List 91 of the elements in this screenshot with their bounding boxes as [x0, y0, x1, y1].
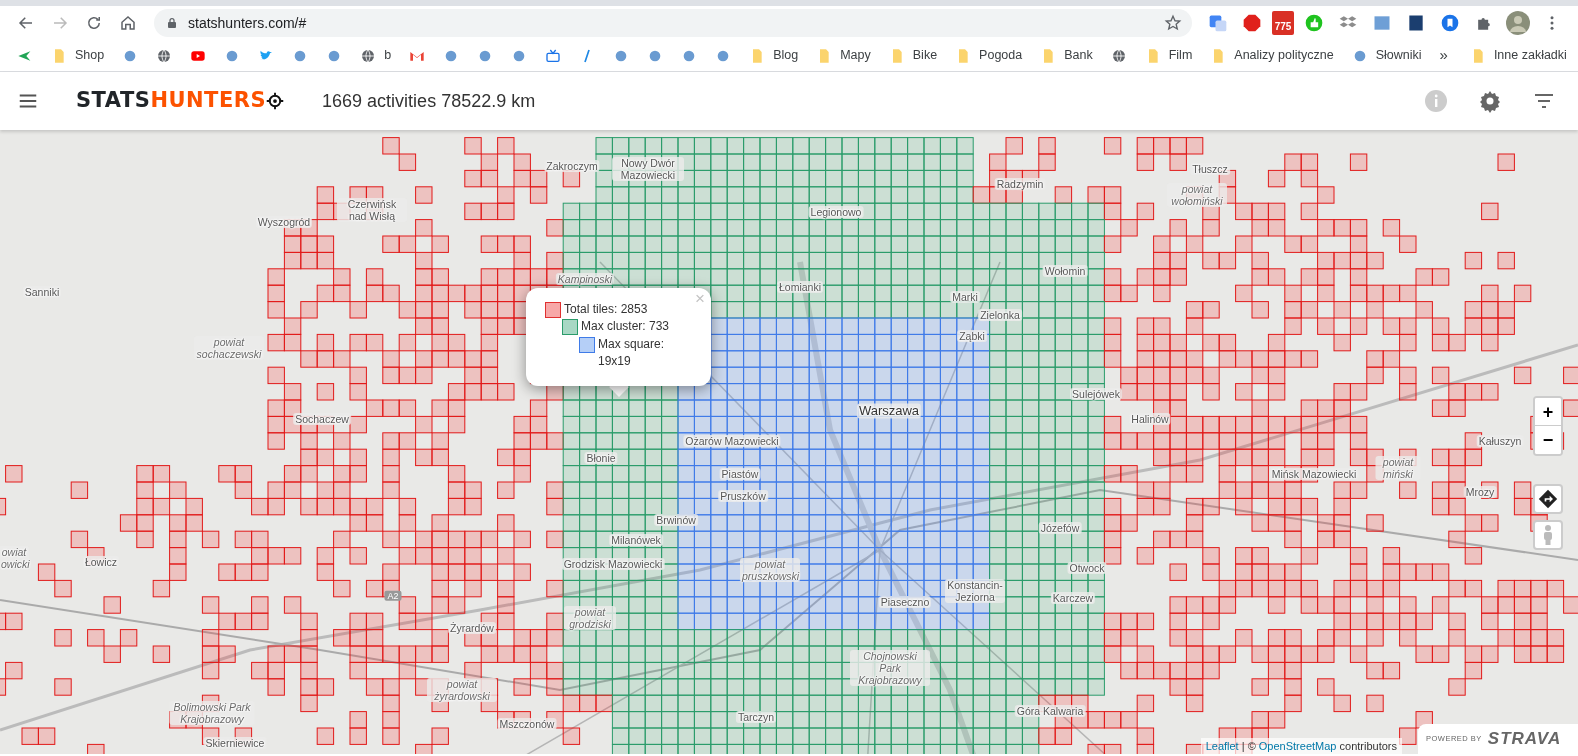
bookmark[interactable]: Pogoda [948, 44, 1030, 67]
place-label: powiat żyrardowski [427, 677, 497, 703]
place-label: Mrozy [1463, 485, 1497, 499]
place-label: Karczew [1050, 591, 1096, 605]
place-label: Sochaczew [293, 412, 351, 426]
place-label: owiat owicki [0, 545, 29, 571]
person-icon[interactable] [1541, 524, 1555, 546]
globe-icon[interactable] [156, 47, 173, 64]
bookmark[interactable]: Słowniki [1344, 44, 1429, 67]
mail-counter-badge[interactable]: 775 [1272, 11, 1294, 35]
forward-icon[interactable] [51, 14, 69, 32]
bookmark[interactable]: Inne zakładki [1462, 44, 1574, 67]
place-label: powiat sochaczewski [194, 335, 264, 361]
bookmark[interactable]: Bank [1033, 44, 1100, 67]
address-bar[interactable]: statshunters.com/# [154, 9, 1192, 37]
settings-icon[interactable] [1478, 89, 1502, 113]
home-icon[interactable] [119, 14, 137, 32]
place-label: Ożarów Mazowiecki [683, 434, 781, 448]
reload-icon[interactable] [85, 14, 103, 32]
place-label: Żyrardów [448, 621, 496, 635]
place-label: Sanniki [22, 285, 62, 299]
road-shield: A2 [384, 590, 402, 602]
bookmark[interactable]: Shop [44, 44, 112, 67]
place-label: Konstancin-Jeziorna [945, 578, 1005, 604]
thumb-icon[interactable] [1304, 13, 1324, 33]
back-icon[interactable] [17, 14, 35, 32]
attribution-link[interactable]: OpenStreetMap [1258, 739, 1337, 752]
legend-label: Total tiles: 2853 [564, 301, 648, 318]
attribution-text: contributors [1338, 739, 1397, 752]
place-label: powiat grodziski [564, 605, 616, 631]
place-label: Józefów [1038, 521, 1082, 535]
activity-summary: 1669 activities 78522.9 km [322, 89, 536, 113]
place-label: Ząbki [957, 329, 987, 343]
translate-icon[interactable] [1208, 13, 1228, 33]
place-label: Skierniewice [203, 736, 267, 750]
bookmark[interactable]: Blog [742, 44, 806, 67]
lock-icon [166, 17, 178, 29]
url-text: statshunters.com/# [188, 13, 308, 33]
place-label: Mszczonów [497, 717, 557, 731]
bookmark[interactable]: Film [1137, 44, 1200, 67]
place-label: Tarczyn [735, 710, 777, 724]
bookmark-icon[interactable] [1440, 13, 1460, 33]
tv-icon[interactable] [545, 47, 562, 64]
pegman-button[interactable] [1533, 520, 1563, 550]
strava-logo: STRAVA [1487, 728, 1562, 751]
target-icon [266, 92, 285, 110]
zoom-in-button[interactable]: + [1535, 398, 1561, 426]
place-label: Łomianki [777, 280, 823, 294]
place-label: Mińsk Mazowiecki [1269, 467, 1359, 481]
place-label: Zielonka [978, 308, 1022, 322]
place-label: Góra Kalwaria [1014, 704, 1086, 718]
place-label: Grodzisk Mazowiecki [561, 557, 665, 571]
logo-text: STATS [76, 87, 151, 115]
place-label: Kałuszyn [1476, 434, 1524, 448]
place-label: Radzymin [994, 177, 1046, 191]
place-label: Milanówek [609, 533, 663, 547]
attribution-link[interactable]: Leaflet [1205, 739, 1239, 752]
place-label: Piastów [719, 467, 761, 481]
logo-text: HUNTERS [150, 87, 267, 115]
place-label: Brwinów [654, 513, 698, 527]
bookmark[interactable]: Mapy [809, 44, 878, 67]
more-bookmarks-button[interactable]: » [1432, 42, 1455, 69]
place-label: powiat pruszkowski [740, 557, 800, 583]
globe-icon [360, 47, 377, 64]
place-label: Otwock [1067, 561, 1107, 575]
bookmark[interactable]: b [353, 44, 399, 67]
attribution-text: | © [1240, 739, 1257, 752]
place-label: Wyszogród [255, 215, 313, 229]
place-label: Piaseczno [878, 595, 932, 609]
place-label: Wołomin [1042, 264, 1088, 278]
star-icon[interactable] [1164, 14, 1182, 32]
avatar-icon[interactable] [1506, 11, 1530, 35]
place-label: Zakroczym [544, 159, 600, 173]
place-label: Tłuszcz [1190, 162, 1230, 176]
bookmark[interactable]: Bike [881, 44, 945, 67]
place-label: Nowy Dwór Mazowiecki [612, 156, 684, 182]
bookmark[interactable]: Analizy polityczne [1203, 44, 1341, 67]
place-label: Marki [950, 290, 980, 304]
place-label: Halinów [1129, 412, 1171, 426]
place-label: Kampinoski [555, 272, 615, 286]
place-label: Sulejówek [1070, 387, 1122, 401]
place-label: Łowicz [82, 555, 120, 569]
place-label: Błonie [584, 451, 618, 465]
stop-sign-icon[interactable] [1242, 13, 1262, 33]
globe-icon[interactable] [1110, 47, 1127, 64]
place-label: Chojnowski Park Krajobrazowy [850, 649, 930, 687]
legend-label: Max cluster: 733 [581, 318, 670, 336]
place-label: Pruszków [718, 489, 768, 503]
place-label: Warszawa [856, 403, 922, 419]
place-label: Legionowo [808, 205, 864, 219]
legend-label: Max square: 19x19 [598, 335, 666, 371]
